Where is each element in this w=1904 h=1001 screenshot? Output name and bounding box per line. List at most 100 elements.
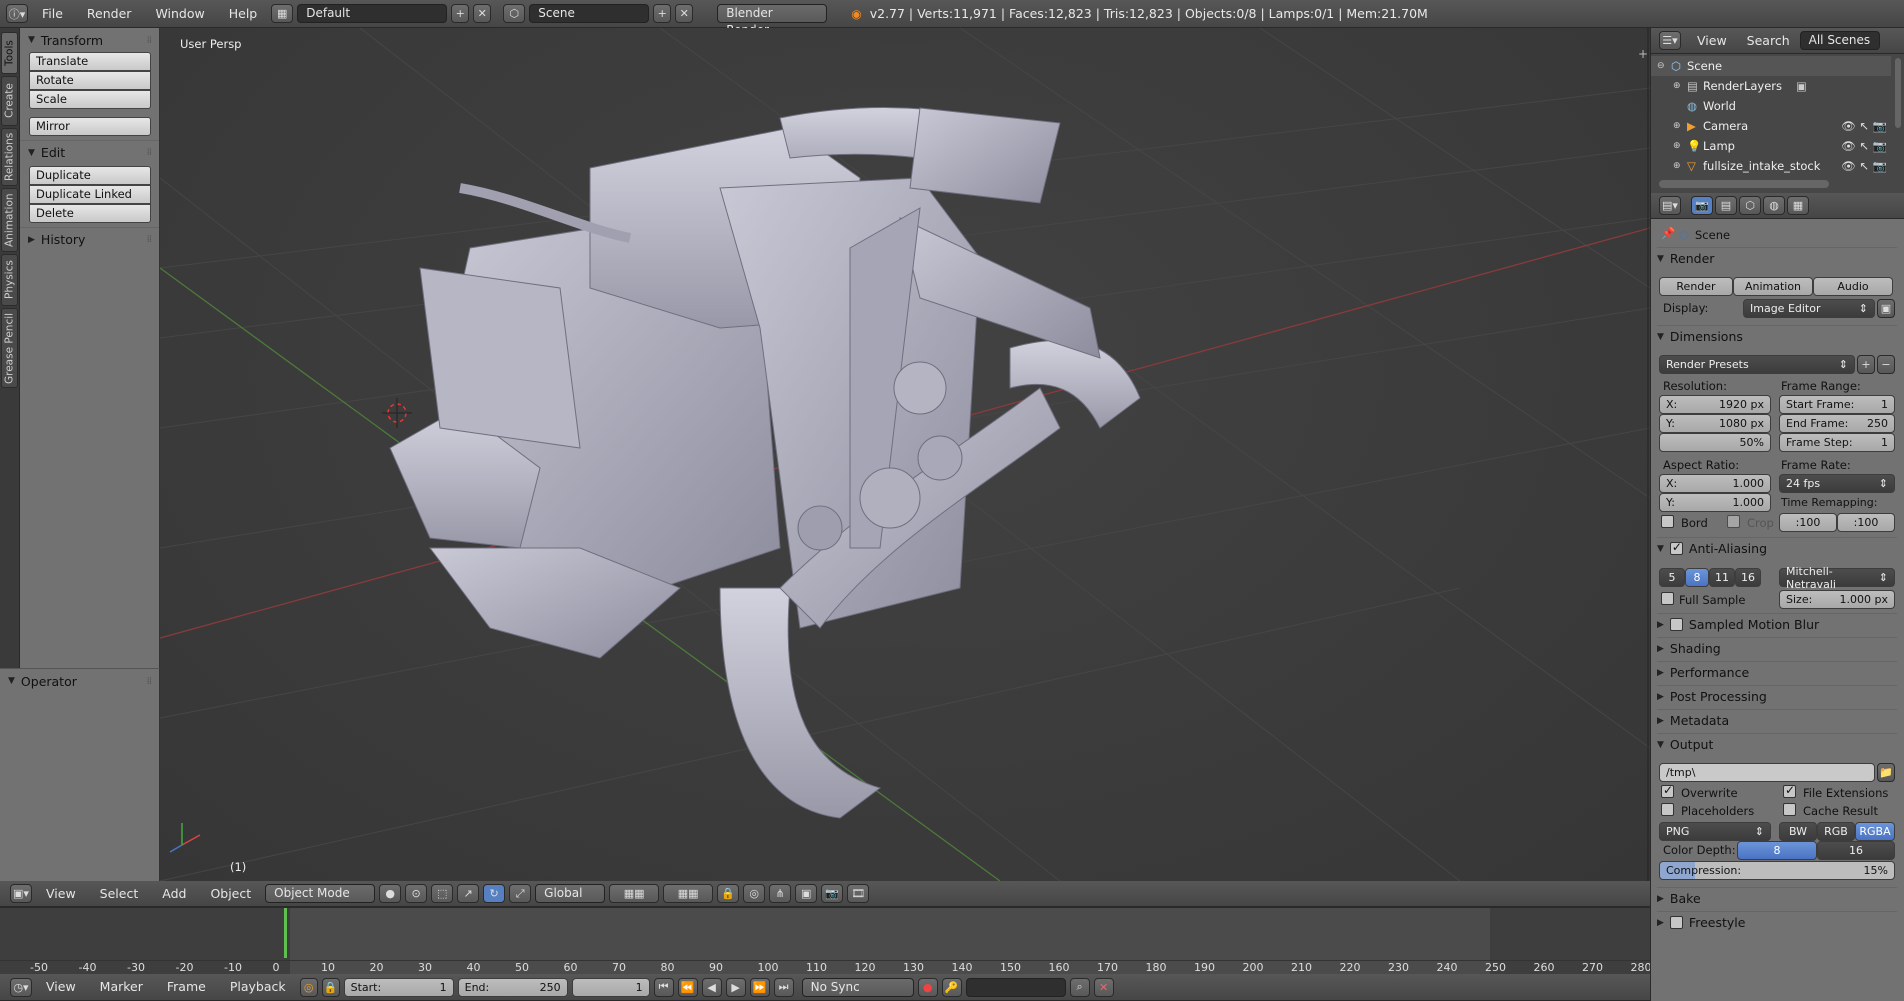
remove-preset-icon[interactable]: − (1877, 355, 1895, 374)
screen-layout-icon[interactable]: ▦ (271, 4, 294, 23)
menu-search[interactable]: Search (1743, 27, 1794, 55)
panel-metadata-header[interactable]: ▶ Metadata (1657, 709, 1897, 731)
horizontal-scrollbar[interactable] (1659, 180, 1829, 188)
visibility-icons[interactable]: 👁 ↖ 📷 (1841, 159, 1887, 173)
color-bw-button[interactable]: BW (1779, 822, 1817, 841)
border-checkbox[interactable] (1661, 515, 1674, 528)
collapse-icon[interactable]: ⊖ (1657, 61, 1671, 71)
antialiasing-checkbox[interactable] (1669, 540, 1683, 555)
lock-range-icon[interactable]: 🔒 (321, 977, 340, 997)
vertical-scrollbar[interactable] (1895, 58, 1901, 128)
sync-select[interactable]: No Sync (801, 977, 914, 997)
menu-add[interactable]: Add (152, 880, 196, 908)
freestyle-checkbox[interactable] (1669, 916, 1683, 929)
layers-grid-icon[interactable]: ▦▦ (609, 884, 660, 903)
panel-transform-header[interactable]: ▼ Transform ⁞⁞ (20, 28, 159, 52)
mirror-button[interactable]: Mirror (29, 117, 151, 136)
jump-key-forward-icon[interactable]: ⏩ (749, 977, 770, 997)
end-frame-field[interactable]: End Frame: 250 (1779, 414, 1895, 433)
menu-select[interactable]: Select (90, 880, 149, 908)
remap-old-field[interactable]: :100 (1779, 513, 1837, 532)
render-opengl-icon[interactable]: 📷 (821, 884, 844, 903)
file-extensions-checkbox[interactable] (1783, 783, 1796, 798)
scene-icon[interactable]: ⬡ (503, 4, 526, 23)
aa-samples-5[interactable]: 5 (1659, 568, 1685, 587)
aa-samples-8[interactable]: 8 (1685, 568, 1709, 587)
panel-post-processing-header[interactable]: ▶ Post Processing (1657, 685, 1897, 707)
render-animation-icon[interactable]: 🎞 (847, 884, 870, 903)
orientation-select[interactable]: Global (535, 884, 606, 903)
panel-edit-header[interactable]: ▼ Edit ⁞⁞ (20, 140, 159, 164)
panel-performance-header[interactable]: ▶ Performance (1657, 661, 1897, 683)
3d-cursor-icon[interactable] (382, 398, 412, 428)
remove-layout-icon[interactable]: ✕ (473, 4, 492, 23)
duplicate-linked-button[interactable]: Duplicate Linked (29, 185, 151, 204)
overwrite-checkbox[interactable] (1661, 783, 1674, 798)
full-sample-checkbox[interactable] (1661, 592, 1674, 605)
menu-object[interactable]: Object (200, 880, 261, 908)
remap-new-field[interactable]: :100 (1837, 513, 1895, 532)
renderlayers-context-icon[interactable]: ▤ (1715, 196, 1737, 215)
3d-view-editor-icon[interactable]: ▣▾ (10, 884, 32, 903)
properties-editor-icon[interactable]: ▤▾ (1659, 196, 1681, 215)
record-icon[interactable]: ● (917, 977, 938, 997)
current-frame-marker[interactable] (284, 908, 287, 958)
add-preset-icon[interactable]: + (1857, 355, 1875, 374)
layers-grid-2-icon[interactable]: ▦▦ (663, 884, 714, 903)
manipulator-toggle-icon[interactable]: ⬚ (431, 884, 454, 903)
proportional-edit-icon[interactable]: ◎ (743, 884, 766, 903)
aspect-x-field[interactable]: X: 1.000 (1659, 474, 1771, 493)
scale-button[interactable]: Scale (29, 90, 151, 109)
play-icon[interactable]: ▶ (725, 977, 746, 997)
tab-relations[interactable]: Relations (1, 128, 18, 186)
insert-keyframe-icon[interactable]: ⌕ (1069, 977, 1090, 997)
world-context-icon[interactable]: ◍ (1763, 196, 1785, 215)
folder-icon[interactable]: 📁 (1877, 763, 1895, 782)
start-frame-field[interactable]: Start Frame: 1 (1779, 395, 1895, 414)
menu-window[interactable]: Window (145, 0, 214, 28)
resolution-y-field[interactable]: Y: 1080 px (1659, 414, 1771, 433)
display-select[interactable]: Image Editor ⇕ (1743, 299, 1875, 318)
display-filter-select[interactable]: All Scenes (1799, 31, 1880, 50)
menu-view[interactable]: View (36, 973, 86, 1001)
frame-rate-select[interactable]: 24 fps ⇕ (1779, 474, 1895, 493)
tab-physics[interactable]: Physics (1, 254, 18, 306)
aa-samples-16[interactable]: 16 (1735, 568, 1761, 587)
layout-field[interactable]: Default (297, 4, 448, 23)
jump-end-icon[interactable]: ⏭ (773, 977, 794, 997)
panel-shading-header[interactable]: ▶ Shading (1657, 637, 1897, 659)
file-format-select[interactable]: PNG ⇕ (1659, 822, 1771, 841)
keying-set-field[interactable] (965, 977, 1066, 997)
menu-help[interactable]: Help (219, 0, 268, 28)
frame-step-field[interactable]: Frame Step: 1 (1779, 433, 1895, 452)
delete-keyframe-icon[interactable]: ✕ (1093, 977, 1114, 997)
engine-model[interactable] (389, 107, 1141, 819)
3d-viewport[interactable]: + User Persp (1) (160, 28, 1650, 881)
snap-target-icon[interactable]: ▣ (795, 884, 818, 903)
rotate-manipulator-icon[interactable]: ↻ (483, 884, 506, 903)
duplicate-button[interactable]: Duplicate (29, 166, 151, 185)
pin-icon[interactable]: 📌 (1661, 226, 1675, 240)
delete-button[interactable]: Delete (29, 204, 151, 223)
motion-blur-checkbox[interactable] (1669, 618, 1683, 631)
keying-set-icon[interactable]: 🔑 (941, 977, 962, 997)
expand-icon[interactable]: ⊕ (1673, 81, 1687, 91)
grip-icon[interactable]: ⁞⁞ (147, 676, 152, 687)
grip-icon[interactable]: ⁞⁞ (147, 234, 152, 245)
panel-operator-header[interactable]: ▼ Operator ⁞⁞ (0, 669, 159, 693)
menu-view[interactable]: View (36, 880, 86, 908)
timeline-editor-icon[interactable]: ◷▾ (10, 977, 32, 997)
menu-render[interactable]: Render (77, 0, 142, 28)
scene-context-icon[interactable]: ⬡ (1739, 196, 1761, 215)
translate-button[interactable]: Translate (29, 52, 151, 71)
compression-slider[interactable]: Compression: 15% (1659, 861, 1895, 880)
outliner-row-world[interactable]: ◍ World (1651, 96, 1891, 116)
panel-history-header[interactable]: ▶ History ⁞⁞ (20, 227, 159, 251)
texture-context-icon[interactable]: ▦ (1787, 196, 1809, 215)
color-rgb-button[interactable]: RGB (1817, 822, 1855, 841)
tab-grease-pencil[interactable]: Grease Pencil (1, 308, 18, 388)
panel-render-header[interactable]: ▼ Render (1657, 247, 1897, 269)
jump-start-icon[interactable]: ⏮ (653, 977, 674, 997)
output-path-field[interactable]: /tmp\ (1659, 763, 1875, 782)
lock-icon[interactable]: 🔒 (717, 884, 740, 903)
